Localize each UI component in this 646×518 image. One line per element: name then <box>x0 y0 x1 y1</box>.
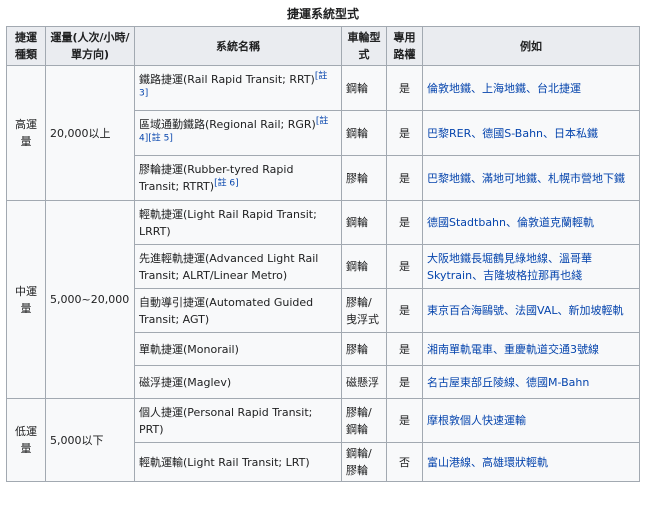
right-of-way-cell: 是 <box>386 365 423 399</box>
right-of-way-cell: 是 <box>386 398 423 443</box>
footnote-link[interactable]: [註 6] <box>214 178 239 188</box>
right-of-way-cell: 是 <box>386 332 423 366</box>
group-capacity-cell: 5,000以下 <box>45 398 135 482</box>
system-name-text: 自動導引捷運(Automated Guided Transit; AGT) <box>139 295 314 326</box>
table-row: 中運量 5,000~20,000 輕軌捷運(Light Rail Rapid Tra… <box>6 200 640 399</box>
system-name-cell: 磁浮捷運(Maglev) <box>134 365 342 399</box>
system-name-text: 鐵路捷運(Rail Rapid Transit; RRT) <box>139 73 315 86</box>
right-of-way-cell: 是 <box>386 65 423 111</box>
page: 捷運系統型式 捷運種類 運量(人次/小時/單方向) 系統名稱 車輪型式 專用路權… <box>0 0 646 518</box>
example-links-cell[interactable]: 名古屋東部丘陵線、德國M-Bahn <box>422 365 640 399</box>
wheel-type-cell: 膠輪 <box>341 332 387 366</box>
wheel-type-cell: 磁懸浮 <box>341 365 387 399</box>
wheel-type-cell: 鋼輪 <box>341 65 387 111</box>
table-caption: 捷運系統型式 <box>286 7 359 21</box>
header-row: 捷運種類 運量(人次/小時/單方向) 系統名稱 車輪型式 專用路權 例如 <box>6 26 640 66</box>
system-name-cell: 個人捷運(Personal Rapid Transit; PRT) <box>134 398 342 443</box>
group-type-cell: 中運量 <box>6 200 46 399</box>
header-system: 系統名稱 <box>134 26 342 66</box>
right-of-way-cell: 否 <box>386 442 423 482</box>
system-name-cell: 先進輕軌捷運(Advanced Light Rail Transit; ALRT… <box>134 244 342 289</box>
example-links-cell[interactable]: 德國Stadtbahn、倫敦道克蘭輕軌 <box>422 200 640 245</box>
system-name-text: 先進輕軌捷運(Advanced Light Rail Transit; ALRT… <box>139 251 319 282</box>
wheel-type-cell: 鋼輪/膠輪 <box>341 442 387 482</box>
metro-systems-table: 捷運種類 運量(人次/小時/單方向) 系統名稱 車輪型式 專用路權 例如 高運量… <box>6 26 640 482</box>
header-capacity: 運量(人次/小時/單方向) <box>45 26 135 66</box>
footnote-link[interactable]: [註 5] <box>148 133 173 143</box>
right-of-way-cell: 是 <box>386 110 423 156</box>
wheel-type-cell: 膠輪/曳浮式 <box>341 288 387 333</box>
right-of-way-cell: 是 <box>386 155 423 201</box>
header-wheel: 車輪型式 <box>341 26 387 66</box>
system-name-cell: 鐵路捷運(Rail Rapid Transit; RRT)[註 3] <box>134 65 342 111</box>
wheel-type-cell: 膠輪 <box>341 155 387 201</box>
example-links-cell[interactable]: 東京百合海鷗號、法國VAL、新加坡輕軌 <box>422 288 640 333</box>
wheel-type-cell: 鋼輪 <box>341 244 387 289</box>
example-links-cell[interactable]: 巴黎RER、德國S-Bahn、日本私鐵 <box>422 110 640 156</box>
system-name-cell: 輕軌運輸(Light Rail Transit; LRT) <box>134 442 342 482</box>
system-name-text: 磁浮捷運(Maglev) <box>139 375 232 389</box>
table-row: 低運量 5,000以下 個人捷運(Personal Rapid Transit; P… <box>6 398 640 482</box>
header-type: 捷運種類 <box>6 26 46 66</box>
right-of-way-cell: 是 <box>386 244 423 289</box>
system-name-text: 單軌捷運(Monorail) <box>139 342 239 356</box>
example-links-cell[interactable]: 巴黎地鐵、滿地可地鐵、札幌市營地下鐵 <box>422 155 640 201</box>
example-links-cell[interactable]: 摩根敦個人快速運輸 <box>422 398 640 443</box>
group-capacity-cell: 5,000~20,000 <box>45 200 135 399</box>
system-name-text: 輕軌捷運(Light Rail Rapid Transit; LRRT) <box>139 207 317 238</box>
example-links-cell[interactable]: 湘南單軌電車、重慶軌道交通3號線 <box>422 332 640 366</box>
system-name-cell: 膠輪捷運(Rubber-tyred Rapid Transit; RTRT)[註… <box>134 155 342 201</box>
table-row: 高運量 20,000以上 鐵路捷運(Rail Rapid Transit; RRT)… <box>6 65 640 201</box>
example-links-cell[interactable]: 大阪地鐵長堀鶴見綠地線、溫哥華Skytrain、吉隆坡格拉那再也綫 <box>422 244 640 289</box>
group-type-cell: 低運量 <box>6 398 46 482</box>
group-type-cell: 高運量 <box>6 65 46 201</box>
header-right-of-way: 專用路權 <box>386 26 423 66</box>
system-name-cell: 區域通勤鐵路(Regional Rail; RGR)[註 4][註 5] <box>134 110 342 156</box>
system-name-text: 個人捷運(Personal Rapid Transit; PRT) <box>139 405 313 436</box>
wheel-type-cell: 膠輪/鋼輪 <box>341 398 387 443</box>
system-name-cell: 單軌捷運(Monorail) <box>134 332 342 366</box>
header-example: 例如 <box>422 26 640 66</box>
system-name-text: 輕軌運輸(Light Rail Transit; LRT) <box>139 455 310 469</box>
system-name-text: 區域通勤鐵路(Regional Rail; RGR) <box>139 118 316 131</box>
example-links-cell[interactable]: 富山港線、高雄環狀輕軌 <box>422 442 640 482</box>
example-links-cell[interactable]: 倫敦地鐵、上海地鐵、台北捷運 <box>422 65 640 111</box>
system-name-cell: 輕軌捷運(Light Rail Rapid Transit; LRRT) <box>134 200 342 245</box>
right-of-way-cell: 是 <box>386 288 423 333</box>
right-of-way-cell: 是 <box>386 200 423 245</box>
wheel-type-cell: 鋼輪 <box>341 200 387 245</box>
system-name-cell: 自動導引捷運(Automated Guided Transit; AGT) <box>134 288 342 333</box>
wheel-type-cell: 鋼輪 <box>341 110 387 156</box>
group-capacity-cell: 20,000以上 <box>45 65 135 201</box>
